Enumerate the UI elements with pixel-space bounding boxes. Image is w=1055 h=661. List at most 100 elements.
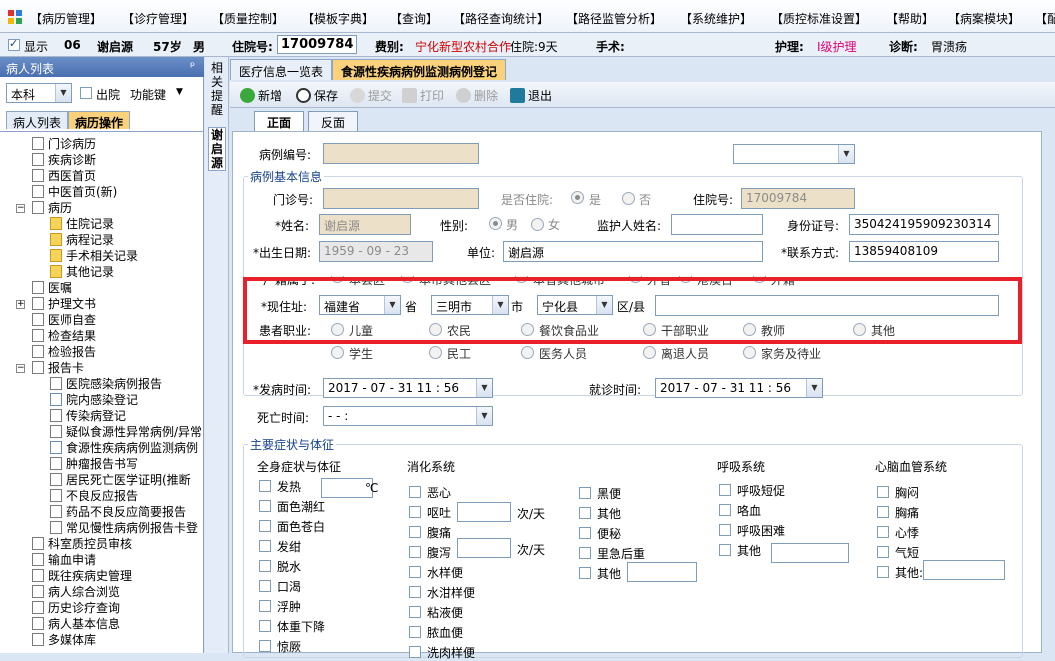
tree-item[interactable]: 传染病登记 <box>50 408 126 424</box>
tree-item[interactable]: 历史诊疗查询 <box>32 600 120 616</box>
respiratory-symptom-2-checkbox[interactable] <box>719 524 731 536</box>
tree-item[interactable]: 医院感染病例报告 <box>50 376 162 392</box>
tab-patient-list[interactable]: 病人列表 <box>6 111 69 130</box>
tree-item[interactable]: 病人基本信息 <box>32 616 120 632</box>
digestive-other-input[interactable] <box>627 562 697 582</box>
tree-item[interactable]: 病人综合浏览 <box>32 584 120 600</box>
cardio-other-input[interactable] <box>923 560 1005 580</box>
tab-back[interactable]: 反面 <box>308 111 359 131</box>
digestive-symptom-3-checkbox[interactable] <box>409 546 421 558</box>
id-input[interactable]: 350424195909230314 <box>849 214 999 235</box>
sex-female-radio[interactable] <box>531 218 544 231</box>
respiratory-symptom-3-checkbox[interactable] <box>719 544 731 556</box>
menu-query[interactable]: 【查询】 <box>390 10 438 27</box>
menu-template-dict[interactable]: 【模板字典】 <box>302 10 374 27</box>
tree-item[interactable]: 疑似食源性异常病例/异常 <box>50 424 202 440</box>
expand-icon[interactable]: + <box>16 300 25 309</box>
discharge-checkbox[interactable] <box>80 87 92 99</box>
submit-button[interactable]: 提交 <box>350 87 392 104</box>
respiratory-other-input[interactable] <box>771 543 849 563</box>
case-no-input[interactable] <box>323 143 479 164</box>
add-button[interactable]: 新增 <box>240 87 282 104</box>
guardian-input[interactable] <box>671 214 763 235</box>
death-time-input[interactable]: - - : ▼ <box>323 406 493 426</box>
cardio-symptom-1-checkbox[interactable] <box>877 506 889 518</box>
print-button[interactable]: 打印 <box>402 87 444 104</box>
digestive-extra-0-checkbox[interactable] <box>579 487 591 499</box>
job-radio-2-4[interactable] <box>743 346 756 359</box>
general-symptom-5-checkbox[interactable] <box>259 580 271 592</box>
digestive-symptom-0-checkbox[interactable] <box>409 486 421 498</box>
tree-item[interactable]: 护理文书 <box>32 296 96 312</box>
tree-item[interactable]: 医师自查 <box>32 312 96 328</box>
exit-button[interactable]: 退出 <box>510 87 552 104</box>
inpatient-no-radio[interactable] <box>622 192 635 205</box>
menu-system-maintenance[interactable]: 【系统维护】 <box>680 10 752 27</box>
menu-medical-record[interactable]: 【病历管理】 <box>30 10 102 27</box>
tree-item[interactable]: 病程记录 <box>50 232 114 248</box>
tab-medical-overview[interactable]: 医疗信息一览表 <box>230 59 333 80</box>
vtab-reminders[interactable]: 相关提醒 <box>208 61 226 121</box>
digestive-symptom-5-checkbox[interactable] <box>409 586 421 598</box>
cardio-symptom-3-checkbox[interactable] <box>877 546 889 558</box>
general-symptom-6-checkbox[interactable] <box>259 600 271 612</box>
general-symptom-2-checkbox[interactable] <box>259 520 271 532</box>
birth-input[interactable]: 1959 - 09 - 23 <box>319 241 433 262</box>
cardio-symptom-2-checkbox[interactable] <box>877 526 889 538</box>
tree-item[interactable]: 检验报告 <box>32 344 96 360</box>
tab-record-operation[interactable]: 病历操作 <box>68 111 131 130</box>
inpatient-yes-radio[interactable] <box>571 191 584 204</box>
tree-item[interactable]: 疾病诊断 <box>32 152 96 168</box>
tree-item[interactable]: 西医首页 <box>32 168 96 184</box>
respiratory-symptom-0-checkbox[interactable] <box>719 484 731 496</box>
outpatient-input[interactable] <box>323 188 479 209</box>
tree-item[interactable]: 检查结果 <box>32 328 96 344</box>
tree-item[interactable]: 不良反应报告 <box>50 488 138 504</box>
show-checkbox[interactable] <box>8 37 20 51</box>
report-type-select[interactable]: ▼ <box>733 144 855 164</box>
visit-time-input[interactable]: 2017 - 07 - 31 11 : 56 ▼ <box>655 378 823 398</box>
delete-button[interactable]: 删除 <box>456 87 498 104</box>
general-symptom-1-checkbox[interactable] <box>259 500 271 512</box>
general-symptom-7-checkbox[interactable] <box>259 620 271 632</box>
tree-item[interactable]: 院内感染登记 <box>50 392 138 408</box>
tree-item[interactable]: 门诊病历 <box>32 136 96 152</box>
menu-case-module[interactable]: 【病案模块】 <box>948 10 1020 27</box>
general-symptom-0-checkbox[interactable] <box>259 480 271 492</box>
menu-diagnosis-treatment[interactable]: 【诊疗管理】 <box>122 10 194 27</box>
menu-help[interactable]: 【帮助】 <box>886 10 934 27</box>
tree-item[interactable]: 居民死亡医学证明(推断 <box>50 472 191 488</box>
digestive-symptom-4-checkbox[interactable] <box>409 566 421 578</box>
onset-time-input[interactable]: 2017 - 07 - 31 11 : 56 ▼ <box>323 378 493 398</box>
menu-config[interactable]: 【配 <box>1035 10 1055 27</box>
general-symptom-4-checkbox[interactable] <box>259 560 271 572</box>
digestive-symptom-7-checkbox[interactable] <box>409 626 421 638</box>
digestive-extra-2-checkbox[interactable] <box>579 527 591 539</box>
save-button[interactable]: 保存 <box>296 87 338 104</box>
pin-icon[interactable]: ᵖ <box>190 59 195 73</box>
tree-item[interactable]: 住院记录 <box>50 216 114 232</box>
cardio-symptom-4-checkbox[interactable] <box>877 566 889 578</box>
tree-item[interactable]: 药品不良反应简要报告 <box>50 504 186 520</box>
vtab-patient[interactable]: 谢启源 <box>208 127 226 171</box>
menu-path-supervision[interactable]: 【路径监管分析】 <box>566 10 662 27</box>
tree-item[interactable]: 科室质控员审核 <box>32 536 132 552</box>
diarrhea-input[interactable] <box>457 538 511 558</box>
job-radio-2-2[interactable] <box>521 346 534 359</box>
sex-male-radio[interactable] <box>489 217 502 230</box>
cardio-symptom-0-checkbox[interactable] <box>877 486 889 498</box>
chevron-down-icon[interactable]: ▼ <box>176 87 183 97</box>
inp-no-input[interactable]: 17009784 <box>741 188 855 209</box>
menu-qc-standard[interactable]: 【质控标准设置】 <box>771 10 867 27</box>
function-key-button[interactable]: 功能键 <box>130 86 166 103</box>
collapse-icon[interactable]: − <box>16 204 25 213</box>
digestive-symptom-6-checkbox[interactable] <box>409 606 421 618</box>
job-radio-2-3[interactable] <box>643 346 656 359</box>
job-radio-2-0[interactable] <box>331 346 344 359</box>
tree-item[interactable]: 食源性疾病病例监测病例 <box>50 440 198 456</box>
digestive-symptom-1-checkbox[interactable] <box>409 506 421 518</box>
job-radio-2-1[interactable] <box>429 346 442 359</box>
department-select[interactable]: 本科 ▼ <box>6 83 72 103</box>
vomit-input[interactable] <box>457 502 511 522</box>
tab-foodborne-registration[interactable]: 食源性疾病病例监测病例登记 <box>332 59 507 80</box>
